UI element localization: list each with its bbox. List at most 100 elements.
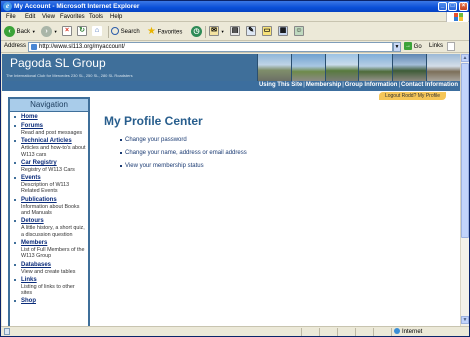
top-nav: Using This Site|Membership|Group Informa… (2, 81, 460, 91)
title-bar[interactable]: e My Account - Microsoft Internet Explor… (1, 1, 469, 12)
menu-view[interactable]: View (42, 14, 55, 20)
nav-link-home[interactable]: Home (21, 114, 87, 121)
nav-link-members[interactable]: Members (21, 240, 87, 247)
vertical-scrollbar[interactable]: ▲ ▼ (460, 54, 469, 326)
ie-logo-icon: e (3, 2, 12, 11)
nav-item-detours: Detours A little history, a short quiz, a… (14, 218, 87, 238)
nav-link-forums[interactable]: Forums (21, 123, 87, 130)
view-membership-link[interactable]: View your membership status (104, 162, 444, 170)
nav-link-technical-articles[interactable]: Technical Articles (21, 138, 87, 145)
menu-file[interactable]: File (6, 14, 16, 20)
refresh-button[interactable]: ↻ (77, 26, 87, 38)
header-photo (257, 54, 291, 81)
favorites-button[interactable]: ★ Favorites (147, 26, 182, 38)
search-label: Search (120, 29, 140, 35)
mail-button[interactable]: ✉ ▼ (209, 26, 225, 38)
edit-button[interactable]: ✎ (246, 26, 256, 38)
nav-using-this-site[interactable]: Using This Site (259, 82, 302, 88)
menu-tools[interactable]: Tools (89, 14, 103, 20)
back-label: Back (16, 29, 31, 36)
status-pane (301, 328, 302, 336)
link-text: Change your name, address or email addre… (125, 150, 247, 156)
favorites-label: Favorites (157, 29, 183, 36)
forward-arrow-icon: › (41, 26, 52, 37)
scroll-up-icon[interactable]: ▲ (461, 54, 469, 62)
page-icon (31, 44, 37, 50)
nav-desc: Description of W113 Related Events (21, 182, 70, 195)
nav-link-databases[interactable]: Databases (21, 262, 87, 269)
page-status-icon (4, 328, 10, 335)
links-expand-icon[interactable] (447, 42, 455, 51)
nav-link-shop[interactable]: Shop (21, 298, 87, 305)
browser-window: e My Account - Microsoft Internet Explor… (0, 0, 470, 337)
menu-bar: File Edit View Favorites Tools Help (1, 12, 469, 22)
back-button[interactable]: ‹ Back ▼ (4, 26, 36, 38)
links-button[interactable]: Links (429, 43, 443, 49)
scroll-thumb[interactable] (461, 63, 469, 238)
scroll-down-icon[interactable]: ▼ (461, 316, 469, 324)
nav-item-publications: Publications Information about Books and … (14, 197, 87, 217)
nav-contact-information[interactable]: Contact Information (401, 82, 458, 88)
print-button[interactable]: ▤ (230, 26, 240, 38)
status-pane (355, 328, 356, 336)
messenger-icon: ☺ (294, 26, 304, 37)
nav-item-links: Links Listing of links to other sites (14, 277, 87, 297)
toolbar: ‹ Back ▼ › ▼ × ↻ ⌂ Search ★ Favorites ◷ (1, 23, 469, 41)
home-icon: ⌂ (92, 26, 102, 37)
nav-item-technical-articles: Technical Articles Articles and how-to's … (14, 138, 87, 158)
nav-link-detours[interactable]: Detours (21, 218, 87, 225)
nav-group-information[interactable]: Group Information (345, 82, 398, 88)
nav-link-links[interactable]: Links (21, 277, 87, 284)
search-button[interactable]: Search (111, 26, 140, 38)
zone-label: Internet (402, 329, 423, 335)
address-bar: Address http://www.sl113.org/myaccount/ … (1, 41, 469, 53)
go-button[interactable]: → Go (404, 42, 422, 52)
status-pane (373, 328, 374, 336)
address-label: Address (4, 43, 27, 49)
menu-edit[interactable]: Edit (25, 14, 35, 20)
forward-button[interactable]: › ▼ (41, 26, 58, 38)
close-button[interactable]: × (459, 2, 468, 11)
mail-icon: ✉ (209, 26, 219, 37)
print-icon: ▤ (230, 26, 240, 37)
logout-profile-tab[interactable]: Logout Rodd? My Profile (378, 92, 446, 100)
discuss-button[interactable]: ▭ (262, 26, 272, 38)
messenger-button[interactable]: ☺ (294, 26, 304, 38)
search-icon (111, 27, 119, 36)
site-tagline: The International Club for Mercedes 230 … (6, 73, 133, 78)
status-pane (391, 328, 392, 336)
header-photos (257, 54, 460, 81)
main-content: My Profile Center Change your password C… (104, 114, 444, 175)
nav-membership[interactable]: Membership (306, 82, 341, 88)
header-photo (324, 54, 359, 81)
history-icon: ◷ (191, 26, 202, 37)
status-pane (319, 328, 320, 336)
site-logo[interactable]: Pagoda SL Group (10, 56, 106, 70)
nav-desc: List of Full Members of the W113 Group (21, 246, 85, 260)
navigation-list: Home Forums Read and post messages Techni… (10, 112, 88, 326)
nav-link-car-registry[interactable]: Car Registry (21, 160, 87, 167)
stop-button[interactable]: × (62, 26, 72, 38)
history-button[interactable]: ◷ (191, 26, 202, 38)
menu-favorites[interactable]: Favorites (60, 14, 85, 20)
nav-item-forums: Forums Read and post messages (14, 123, 87, 136)
link-text: Change your password (125, 137, 187, 143)
home-button[interactable]: ⌂ (92, 26, 102, 38)
nav-link-publications[interactable]: Publications (21, 197, 87, 204)
nav-item-car-registry: Car Registry Registry of W113 Cars (14, 160, 87, 173)
profile-links: Change your password Change your name, a… (104, 136, 444, 170)
back-arrow-icon: ‹ (4, 26, 15, 37)
change-name-address-link[interactable]: Change your name, address or email addre… (104, 149, 444, 157)
header-photo (290, 54, 325, 81)
minimize-button[interactable]: _ (438, 2, 447, 11)
change-password-link[interactable]: Change your password (104, 136, 444, 144)
refresh-icon: ↻ (77, 26, 87, 37)
research-button[interactable]: ▦ (278, 26, 288, 38)
menu-help[interactable]: Help (110, 14, 122, 20)
nav-link-events[interactable]: Events (21, 175, 87, 182)
header-photo (392, 54, 427, 81)
address-dropdown-button[interactable]: ▼ (393, 42, 401, 52)
maximize-button[interactable]: □ (448, 2, 457, 11)
page-viewport: Pagoda SL Group The International Club f… (2, 54, 460, 326)
address-input[interactable]: http://www.sl113.org/myaccount/ (28, 42, 393, 52)
